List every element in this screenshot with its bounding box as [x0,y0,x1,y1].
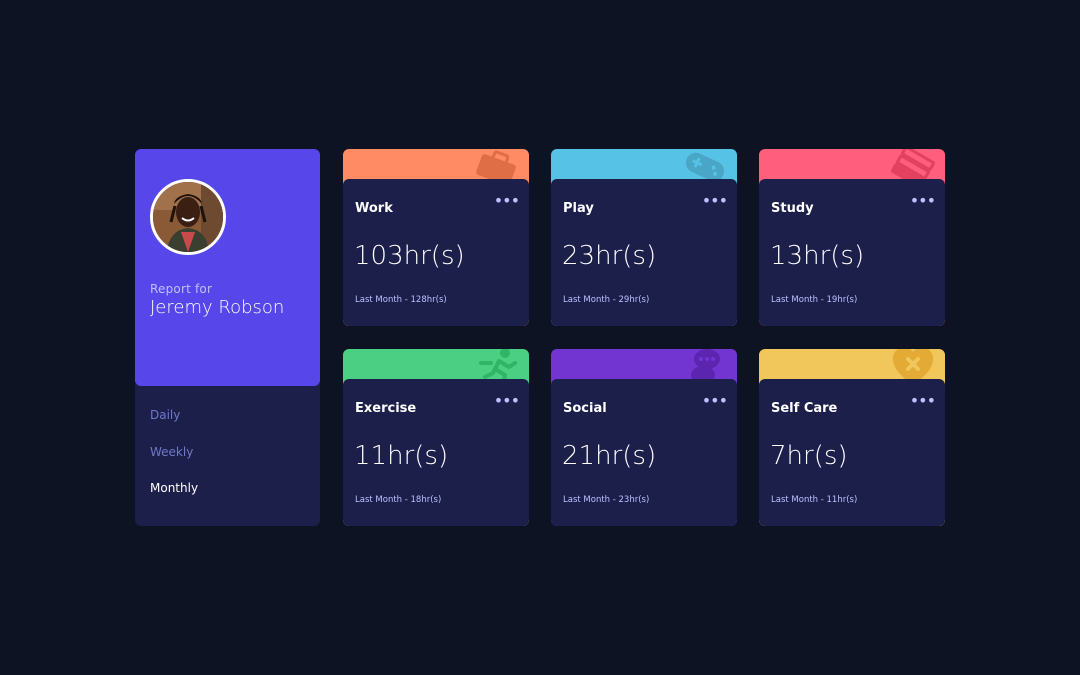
ellipsis-icon[interactable]: ••• [910,393,936,409]
activity-title: Exercise [355,401,417,416]
ellipsis-icon[interactable]: ••• [910,193,936,209]
current-hours: 11hr(s) [354,441,449,471]
activity-card-play: Play ••• 23hr(s) Last Month - 29hr(s) [551,149,737,326]
ellipsis-icon[interactable]: ••• [702,193,728,209]
previous-hours: Last Month - 128hr(s) [355,295,447,305]
previous-hours: Last Month - 18hr(s) [355,495,442,505]
user-avatar-icon [153,182,223,252]
previous-hours: Last Month - 23hr(s) [563,495,650,505]
profile-card: Report for Jeremy Robson Daily Weekly Mo… [135,149,320,526]
period-weekly[interactable]: Weekly [150,445,193,459]
activity-body: Study ••• 13hr(s) Last Month - 19hr(s) [759,179,945,326]
activity-title: Study [771,201,814,216]
user-name: Jeremy Robson [150,297,285,318]
activity-card-social: Social ••• 21hr(s) Last Month - 23hr(s) [551,349,737,526]
report-for-label: Report for [150,282,213,296]
current-hours: 21hr(s) [562,441,657,471]
current-hours: 23hr(s) [562,241,657,271]
previous-hours: Last Month - 29hr(s) [563,295,650,305]
activity-title: Play [563,201,594,216]
ellipsis-icon[interactable]: ••• [494,193,520,209]
current-hours: 13hr(s) [770,241,865,271]
activity-title: Social [563,401,607,416]
current-hours: 103hr(s) [354,241,465,271]
activity-title: Work [355,201,393,216]
ellipsis-icon[interactable]: ••• [702,393,728,409]
activity-body: Self Care ••• 7hr(s) Last Month - 11hr(s… [759,379,945,526]
avatar [150,179,226,255]
time-tracking-dashboard: Report for Jeremy Robson Daily Weekly Mo… [135,149,945,526]
activity-card-work: Work ••• 103hr(s) Last Month - 128hr(s) [343,149,529,326]
profile-header: Report for Jeremy Robson [135,149,320,386]
activity-body: Work ••• 103hr(s) Last Month - 128hr(s) [343,179,529,326]
activity-card-exercise: Exercise ••• 11hr(s) Last Month - 18hr(s… [343,349,529,526]
activity-body: Social ••• 21hr(s) Last Month - 23hr(s) [551,379,737,526]
activity-body: Play ••• 23hr(s) Last Month - 29hr(s) [551,179,737,326]
period-daily[interactable]: Daily [150,408,180,422]
ellipsis-icon[interactable]: ••• [494,393,520,409]
current-hours: 7hr(s) [770,441,848,471]
activity-title: Self Care [771,401,838,416]
activity-card-study: Study ••• 13hr(s) Last Month - 19hr(s) [759,149,945,326]
activity-card-self-care: Self Care ••• 7hr(s) Last Month - 11hr(s… [759,349,945,526]
previous-hours: Last Month - 19hr(s) [771,295,858,305]
previous-hours: Last Month - 11hr(s) [771,495,858,505]
activity-body: Exercise ••• 11hr(s) Last Month - 18hr(s… [343,379,529,526]
period-monthly[interactable]: Monthly [150,481,198,495]
